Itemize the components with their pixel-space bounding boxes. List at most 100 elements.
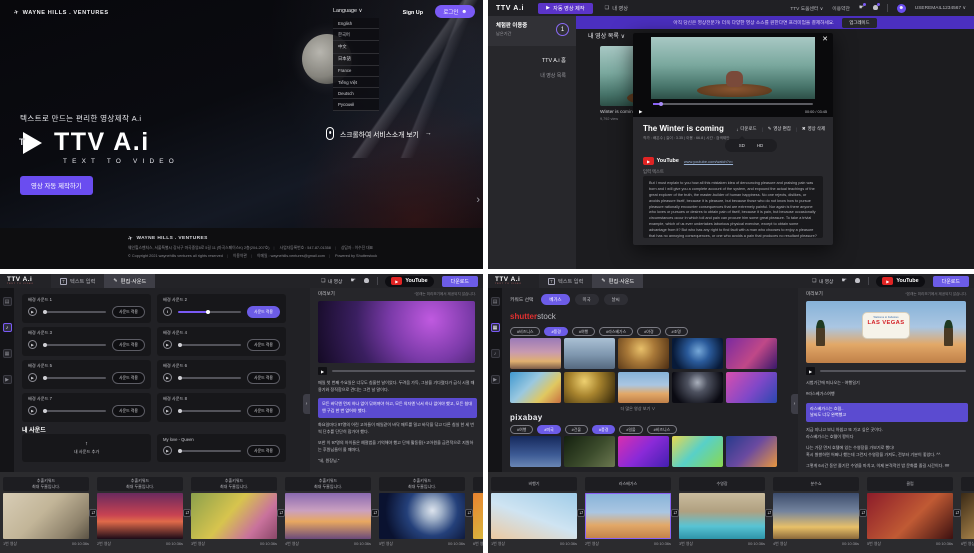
tag-chip[interactable]: #여행 <box>510 425 533 434</box>
clip-thumbnail[interactable] <box>97 493 183 539</box>
add-sound-card[interactable]: ↑ 내 사운드 추가 <box>22 434 151 462</box>
clip-thumbnail[interactable] <box>585 493 671 539</box>
edit-video-button[interactable]: ✎영상 편집 <box>768 126 791 132</box>
close-icon[interactable]: ✕ <box>822 35 828 43</box>
apply-sound-button[interactable]: 사운드 적용 <box>247 405 280 417</box>
play-icon[interactable]: ▶‖ <box>28 307 37 316</box>
clip-thumbnail[interactable] <box>867 493 953 539</box>
keyword-chip[interactable]: 날씨 <box>604 294 628 305</box>
transition-icon[interactable]: ⇄ <box>671 509 679 517</box>
preview-seek-bar[interactable] <box>820 370 966 372</box>
apply-sound-button[interactable]: 사운드 적용 <box>112 372 145 384</box>
hd-option[interactable]: HD <box>757 143 763 148</box>
transition-icon[interactable]: ⇄ <box>89 509 97 517</box>
script-paragraph[interactable]: 나는 가장 먼저 호텔에 있는 수영장을 가보기로 했다! 혹시 쌀쌀하면 어쩌… <box>806 445 968 459</box>
upgrade-button[interactable]: 업그레이드 <box>842 18 876 28</box>
seek-knob[interactable] <box>659 102 663 106</box>
stock-video-thumbnail[interactable] <box>672 372 723 403</box>
rail-sound-icon[interactable]: ♪ <box>491 349 500 358</box>
script-paragraph[interactable]: 또한 이 97명의 아이들은 예절법을 기억해야 했고 단체 활동용(+고아원을… <box>318 440 477 454</box>
my-videos-button[interactable]: ❏내 영상 <box>812 278 833 285</box>
youtube-upload-button[interactable]: ▶ YouTube <box>385 276 433 287</box>
input-text-box[interactable]: But I must explain to you how all this m… <box>643 176 823 238</box>
carousel-next-icon[interactable]: › <box>476 194 480 206</box>
hand-icon[interactable]: ☛ <box>841 278 846 284</box>
tag-chip[interactable]: #풍경 <box>544 327 567 336</box>
timeline-clip[interactable]: 비행기 1번 영상 00:10:36s ⇄ <box>491 477 577 553</box>
waynehills-logo[interactable]: ✈ WAYNE HILLS . VENTURES <box>14 9 109 16</box>
tag-chip[interactable]: #조명 <box>665 327 688 336</box>
sound-progress-slider[interactable] <box>178 311 241 313</box>
download-button[interactable]: ↓다운로드 <box>736 126 756 132</box>
rail-video-icon[interactable]: ▶ <box>491 375 500 384</box>
clip-thumbnail[interactable] <box>3 493 89 539</box>
language-option[interactable]: Tiếng Việt <box>333 77 379 88</box>
transition-icon[interactable]: ⇄ <box>371 509 379 517</box>
tag-chip[interactable]: #비즈니스 <box>647 425 677 434</box>
clip-thumbnail[interactable] <box>379 493 465 539</box>
apply-sound-button[interactable]: 사운드 적용 <box>112 306 145 318</box>
language-option[interactable]: 日本語 <box>333 54 379 66</box>
app-logo[interactable]: TTV A.i TEXT TO VIDEO <box>7 277 51 285</box>
stock-video-thumbnail[interactable] <box>672 338 723 369</box>
keyword-chip[interactable]: 미국 <box>575 294 599 305</box>
sound-progress-slider[interactable] <box>178 450 241 452</box>
youtube-upload-button[interactable]: ▶ YouTube <box>876 276 924 287</box>
tab-edit-sound[interactable]: ✎ 편집·사운드 <box>592 274 643 288</box>
apply-sound-button[interactable]: 사운드 적용 <box>247 372 280 384</box>
slider-knob[interactable] <box>178 409 182 413</box>
clip-thumbnail[interactable] <box>773 493 859 539</box>
rail-image-icon[interactable]: ▦ <box>3 349 12 358</box>
panel-collapse-handle[interactable]: › <box>303 394 310 414</box>
stock-video-thumbnail[interactable] <box>564 436 615 467</box>
stock-video-thumbnail[interactable] <box>564 372 615 403</box>
create-video-cta-button[interactable]: 영상 자동 제작하기 <box>20 176 93 195</box>
stock-video-thumbnail[interactable] <box>618 436 669 467</box>
tag-chip[interactable]: #라스베가스 <box>599 327 633 336</box>
panel-collapse-handle[interactable]: › <box>791 394 798 414</box>
slider-knob[interactable] <box>178 449 182 453</box>
rail-image-icon[interactable]: ▦ <box>491 323 500 332</box>
sound-progress-slider[interactable] <box>43 344 106 346</box>
tab-edit-sound[interactable]: ✎ 편집·사운드 <box>104 274 155 288</box>
slider-knob[interactable] <box>206 310 210 314</box>
transition-icon[interactable]: ⇄ <box>765 509 773 517</box>
hand-icon[interactable]: ☛ <box>350 278 355 284</box>
sound-progress-slider[interactable] <box>43 410 106 412</box>
sd-option[interactable]: SD <box>739 143 745 148</box>
terms-link[interactable]: 이용약관 <box>832 5 850 12</box>
script-paragraph[interactable]: "네, 원장님." <box>318 458 477 465</box>
sound-progress-slider[interactable] <box>43 377 106 379</box>
stock-video-thumbnail[interactable] <box>510 436 561 467</box>
slider-knob[interactable] <box>43 409 47 413</box>
clip-thumbnail[interactable] <box>285 493 371 539</box>
timeline-clip[interactable]: 6번 영상 00:10:36s ⇄ <box>961 477 974 553</box>
script-paragraph[interactable]: 지금 지나고 보니 아쉽고 또 가고 싶은 곳이다. 라스베가스는 호텔이 짱이… <box>806 427 968 441</box>
timeline-clip[interactable]: 추출키워드 최대 두줄입니다. 6번 영상 00:10:36s ⇄ <box>473 477 483 553</box>
sidebar-item-home[interactable]: TTV A.i 홈 <box>488 56 566 64</box>
nav-auto-create[interactable]: ▶ 자동 영상 제작 <box>538 3 593 14</box>
clip-thumbnail[interactable] <box>191 493 277 539</box>
slider-knob[interactable] <box>43 310 47 314</box>
sound-progress-slider[interactable] <box>178 377 241 379</box>
tab-text-input[interactable]: T 텍스트 입력 <box>539 274 592 288</box>
tag-chip[interactable]: #비즈니스 <box>510 327 540 336</box>
stock-video-thumbnail[interactable] <box>510 338 561 369</box>
clip-thumbnail[interactable] <box>491 493 577 539</box>
sound-progress-slider[interactable] <box>178 410 241 412</box>
apply-sound-button[interactable]: 사운드 적용 <box>247 445 280 457</box>
tag-chip[interactable]: #여행 <box>572 327 595 336</box>
script-paragraph[interactable]: 화요일마다 97명의 어린 고아들이 매일같이 바닥 매트를 밀고 바닥을 닦고… <box>318 422 477 436</box>
tag-chip[interactable]: #야경 <box>637 327 660 336</box>
rail-text-icon[interactable]: ▤ <box>491 297 500 306</box>
script-paragraph[interactable]: 매일 첫 번째 수요일은 너무도 침울한 날이었다. 두려움 가득, 그날을 기… <box>318 380 477 394</box>
language-menu[interactable]: Language ∨ English한국어中文日本語FranceTiếng Vi… <box>333 8 385 111</box>
play-icon[interactable]: ▶‖ <box>163 307 172 316</box>
language-option[interactable]: English <box>333 18 379 29</box>
bell-icon[interactable] <box>364 278 369 285</box>
slider-knob[interactable] <box>43 376 47 380</box>
transition-icon[interactable]: ⇄ <box>577 509 585 517</box>
tab-text-input[interactable]: T 텍스트 입력 <box>51 274 104 288</box>
timeline-clip[interactable]: 추출키워드 최대 두줄입니다. 3번 영상 00:10:36s ⇄ <box>191 477 277 553</box>
stock-video-thumbnail[interactable] <box>726 372 777 403</box>
